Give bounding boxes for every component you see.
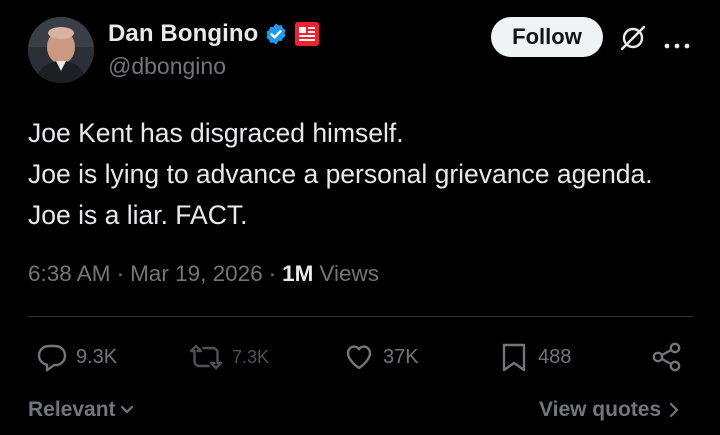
sort-label: Relevant xyxy=(28,398,116,421)
tweet-line: Joe is lying to advance a personal griev… xyxy=(28,159,653,189)
avatar[interactable] xyxy=(28,17,94,83)
tweet-text: Joe Kent has disgraced himself. Joe is l… xyxy=(28,113,708,236)
sort-dropdown[interactable]: Relevant xyxy=(28,395,134,425)
view-quotes-label: View quotes xyxy=(539,398,662,421)
author-handle[interactable]: @dbongino xyxy=(108,53,226,80)
reply-count: 9.3K xyxy=(76,345,118,368)
chevron-right-icon xyxy=(670,402,679,418)
grok-icon[interactable] xyxy=(618,23,648,53)
repost-button[interactable]: 7.3K xyxy=(188,338,269,376)
meta-separator: · xyxy=(268,261,277,286)
view-quotes-link[interactable]: View quotes xyxy=(539,395,679,425)
more-icon[interactable] xyxy=(664,36,690,49)
tweet-line: Joe is a liar. FACT. xyxy=(28,200,248,230)
tweet-time[interactable]: 6:38 AM xyxy=(28,261,111,287)
reply-icon xyxy=(37,344,67,372)
verified-badge-icon[interactable] xyxy=(264,22,288,46)
view-count: 1M xyxy=(282,261,314,286)
bookmark-count: 488 xyxy=(538,345,572,368)
like-count: 37K xyxy=(383,345,419,368)
author-name-row: Dan Bongino xyxy=(108,18,320,50)
tweet-meta: 6:38 AM · Mar 19, 2026 · 1M Views xyxy=(28,258,379,290)
tweet-line: Joe Kent has disgraced himself. xyxy=(28,118,404,148)
tweet-date[interactable]: Mar 19, 2026 xyxy=(130,261,263,287)
divider xyxy=(28,316,693,317)
bookmark-icon xyxy=(502,343,526,372)
author-name[interactable]: Dan Bongino xyxy=(108,20,258,48)
chevron-down-icon xyxy=(120,405,133,414)
avatar-image xyxy=(28,17,94,83)
affiliate-badge-icon[interactable] xyxy=(294,21,320,47)
like-button[interactable]: 37K xyxy=(343,338,419,376)
meta-separator: · xyxy=(116,261,125,286)
bookmark-button[interactable]: 488 xyxy=(498,338,571,376)
views-label: Views xyxy=(319,261,380,286)
reply-button[interactable]: 9.3K xyxy=(36,338,117,376)
repost-count: 7.3K xyxy=(232,346,270,367)
follow-button[interactable]: Follow xyxy=(491,17,603,57)
share-icon xyxy=(652,342,681,372)
repost-icon xyxy=(189,344,223,370)
share-button[interactable] xyxy=(650,338,684,376)
heart-icon xyxy=(346,345,372,370)
